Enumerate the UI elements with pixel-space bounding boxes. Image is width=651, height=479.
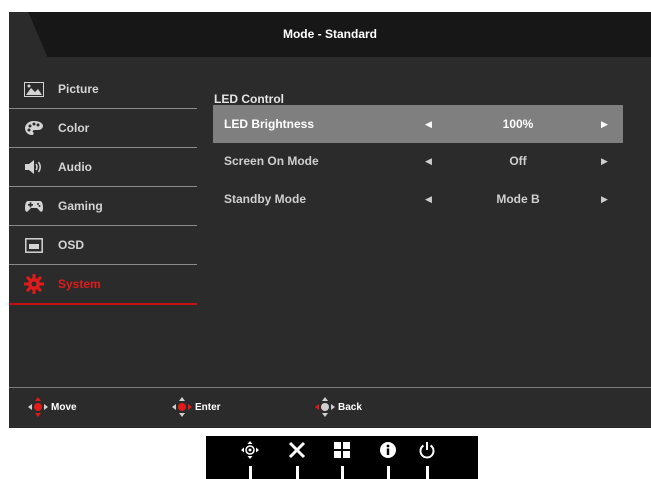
hint-back-label: Back	[338, 401, 362, 413]
key-close[interactable]	[285, 439, 309, 479]
hint-move-label: Move	[51, 401, 77, 413]
hint-enter-label: Enter	[195, 401, 221, 413]
sidebar-item-picture[interactable]: Picture	[9, 70, 197, 109]
joystick-enter-icon	[172, 397, 192, 417]
hardware-keys-bar	[206, 436, 478, 479]
key-mode[interactable]	[330, 439, 354, 479]
key-stem	[426, 466, 429, 479]
key-power[interactable]	[415, 439, 439, 479]
setting-label: Standby Mode	[224, 192, 307, 206]
setting-value: 100%	[502, 117, 534, 131]
page-title: Mode - Standard	[282, 27, 377, 41]
setting-row-standby-mode[interactable]: Standby Mode ◀ Mode B ▶	[213, 180, 623, 218]
key-stem	[341, 466, 344, 479]
info-icon	[376, 439, 400, 461]
arrow-left-icon[interactable]: ◀	[425, 142, 432, 180]
key-stem	[387, 466, 390, 479]
close-icon	[285, 439, 309, 461]
osd-icon	[24, 237, 44, 253]
sidebar-item-osd[interactable]: OSD	[9, 226, 197, 265]
sidebar: Picture Color Audio Gaming OSD System	[9, 70, 197, 305]
sidebar-item-gaming[interactable]: Gaming	[9, 187, 197, 226]
sidebar-item-label: Color	[58, 121, 90, 135]
setting-label: Screen On Mode	[224, 154, 319, 168]
mode-icon	[330, 439, 354, 461]
picture-icon	[24, 81, 44, 97]
joystick-back-icon	[315, 397, 335, 417]
setting-label: LED Brightness	[224, 117, 315, 131]
joystick-move-icon	[28, 397, 48, 417]
power-icon	[415, 439, 439, 461]
arrow-right-icon[interactable]: ▶	[601, 105, 608, 143]
sidebar-item-color[interactable]: Color	[9, 109, 197, 148]
sidebar-item-label: System	[58, 277, 101, 291]
gear-icon	[24, 274, 44, 294]
arrow-right-icon[interactable]: ▶	[601, 180, 608, 218]
palette-icon	[24, 120, 44, 136]
footer-divider	[9, 387, 651, 388]
sidebar-item-label: Audio	[58, 160, 92, 174]
key-joystick[interactable]	[238, 439, 262, 479]
arrow-left-icon[interactable]: ◀	[425, 105, 432, 143]
setting-row-screen-on-mode[interactable]: Screen On Mode ◀ Off ▶	[213, 142, 623, 180]
setting-value: Off	[509, 154, 527, 168]
hint-enter: Enter	[171, 395, 221, 419]
joystick-icon	[238, 439, 262, 461]
setting-value: Mode B	[496, 192, 540, 206]
key-stem	[296, 466, 299, 479]
section-title: LED Control	[214, 92, 284, 106]
key-stem	[249, 466, 252, 479]
arrow-left-icon[interactable]: ◀	[425, 180, 432, 218]
speaker-icon	[24, 159, 44, 175]
hint-back: Back	[314, 395, 362, 419]
sidebar-item-label: OSD	[58, 238, 85, 252]
osd-menu: Mode - Standard Picture Color Audio Gami…	[9, 12, 651, 428]
sidebar-item-audio[interactable]: Audio	[9, 148, 197, 187]
gamepad-icon	[24, 198, 44, 214]
key-info[interactable]	[376, 439, 400, 479]
setting-row-led-brightness[interactable]: LED Brightness ◀ 100% ▶	[213, 105, 623, 143]
sidebar-item-system[interactable]: System	[9, 265, 197, 305]
sidebar-item-label: Gaming	[58, 199, 103, 213]
sidebar-item-label: Picture	[58, 82, 99, 96]
hint-move: Move	[27, 395, 77, 419]
arrow-right-icon[interactable]: ▶	[601, 142, 608, 180]
